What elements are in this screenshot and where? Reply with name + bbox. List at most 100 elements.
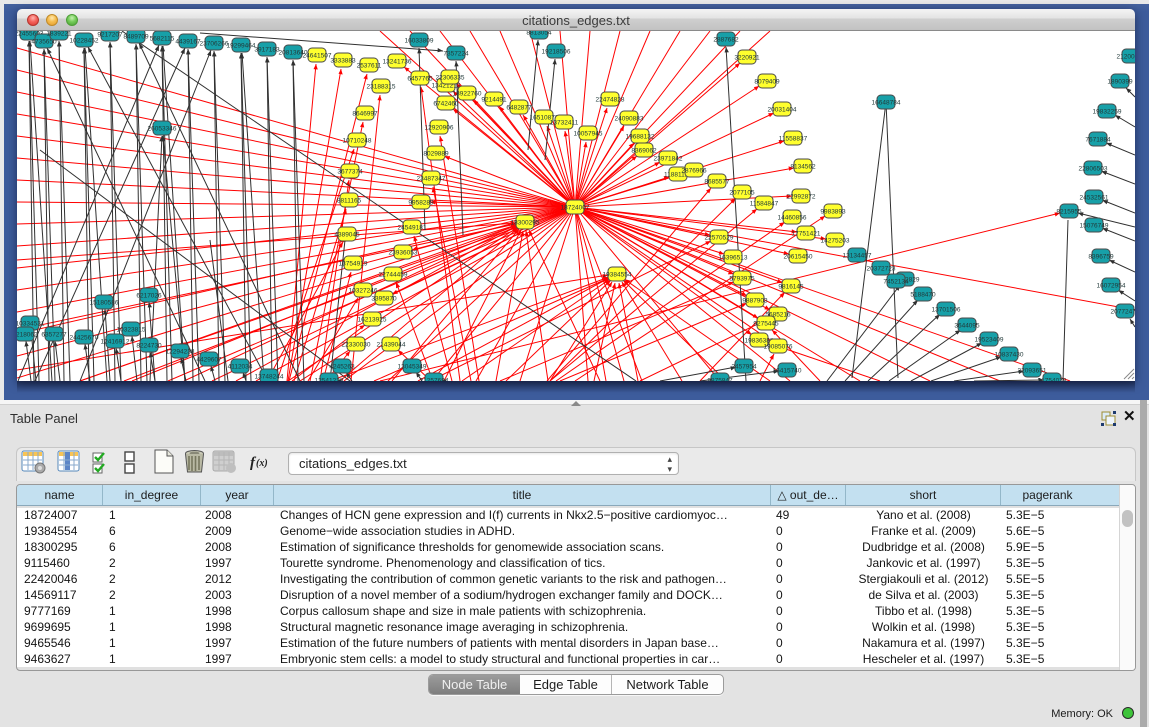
svg-text:7671884: 7671884: [1085, 137, 1111, 144]
svg-text:8079409: 8079409: [754, 79, 780, 86]
svg-text:14460856: 14460856: [778, 215, 807, 222]
svg-text:8396759: 8396759: [1088, 254, 1114, 261]
svg-text:22806503: 22806503: [1079, 166, 1108, 173]
svg-text:6482877: 6482877: [506, 105, 532, 112]
svg-text:3644095: 3644095: [954, 323, 980, 330]
svg-text:24549181: 24549181: [398, 225, 427, 232]
svg-text:8646997: 8646997: [352, 111, 378, 118]
svg-text:12920906: 12920906: [425, 125, 454, 132]
svg-text:23188315: 23188315: [367, 84, 396, 91]
svg-text:16415740: 16415740: [773, 368, 802, 375]
svg-text:8224730: 8224730: [136, 343, 162, 350]
svg-text:18922760: 18922760: [453, 91, 482, 98]
svg-text:13241736: 13241736: [383, 59, 412, 66]
svg-text:4429607: 4429607: [196, 357, 222, 364]
svg-text:3333883: 3333883: [330, 58, 356, 65]
svg-text:8489709: 8489709: [123, 34, 149, 41]
svg-text:19832259: 19832259: [1093, 109, 1122, 116]
svg-text:24425670: 24425670: [70, 335, 99, 342]
svg-text:14275203: 14275203: [821, 238, 850, 245]
svg-text:10710248: 10710248: [343, 138, 372, 145]
svg-text:18300295: 18300295: [511, 220, 540, 227]
svg-text:7452134: 7452134: [883, 279, 909, 286]
svg-text:6357277: 6357277: [41, 332, 67, 339]
svg-text:1890399: 1890399: [1107, 79, 1133, 86]
svg-text:1839221: 1839221: [46, 31, 72, 38]
svg-text:11584847: 11584847: [750, 201, 779, 208]
svg-text:11558837: 11558837: [779, 136, 808, 143]
svg-text:4439167: 4439167: [175, 39, 201, 46]
svg-text:10323815: 10323815: [117, 327, 146, 334]
svg-text:9816145: 9816145: [778, 284, 804, 291]
svg-text:12416912: 12416912: [101, 339, 130, 346]
svg-text:16396513: 16396513: [719, 255, 748, 262]
svg-text:23706266: 23706266: [200, 41, 229, 48]
svg-text:2876966: 2876966: [681, 168, 707, 175]
svg-text:6742460: 6742460: [433, 101, 459, 108]
svg-text:2537611: 2537611: [357, 63, 382, 70]
svg-text:4112034: 4112034: [228, 364, 253, 371]
svg-text:22093651: 22093651: [1018, 368, 1047, 375]
svg-text:19218506: 19218506: [542, 49, 571, 56]
svg-text:2887682: 2887682: [713, 37, 739, 44]
svg-text:20031404: 20031404: [768, 107, 797, 114]
svg-text:23936053: 23936053: [389, 250, 418, 257]
svg-text:17751421: 17751421: [792, 231, 821, 238]
svg-text:19688132: 19688132: [626, 134, 655, 141]
svg-text:4389045: 4389045: [334, 232, 360, 239]
svg-text:6457765: 6457765: [407, 76, 433, 83]
svg-text:9887903: 9887903: [742, 298, 768, 305]
svg-text:10228452: 10228452: [70, 38, 99, 45]
svg-text:6217026: 6217026: [136, 293, 162, 300]
svg-text:9217207: 9217207: [97, 32, 123, 39]
svg-text:8134562: 8134562: [790, 164, 816, 171]
svg-text:5188470: 5188470: [910, 292, 936, 299]
svg-text:16072954: 16072954: [1097, 283, 1126, 290]
svg-text:24090883: 24090883: [615, 116, 644, 123]
svg-text:2457954: 2457954: [731, 364, 757, 371]
svg-text:3220921: 3220921: [734, 55, 760, 62]
svg-text:7357224: 7357224: [443, 51, 469, 58]
svg-text:19523409: 19523409: [975, 337, 1004, 344]
svg-text:20372723: 20372723: [867, 266, 896, 273]
svg-text:4245263: 4245263: [329, 364, 355, 371]
svg-text:18724007: 18724007: [561, 205, 590, 212]
svg-text:8813054: 8813054: [526, 31, 552, 37]
svg-text:22744459: 22744459: [379, 272, 408, 279]
svg-text:5682115: 5682115: [150, 36, 175, 43]
svg-text:3395870: 3395870: [371, 296, 397, 303]
svg-text:8029889: 8029889: [423, 151, 449, 158]
svg-text:8811165: 8811165: [337, 198, 362, 205]
svg-text:9275445: 9275445: [753, 321, 779, 328]
svg-text:2077105: 2077105: [729, 190, 755, 197]
svg-text:9958289: 9958289: [408, 200, 434, 207]
svg-text:22330030: 22330030: [342, 342, 371, 349]
svg-text:19384554: 19384554: [603, 272, 632, 279]
svg-text:13134457: 13134457: [843, 253, 872, 260]
svg-text:16648784: 16648784: [872, 100, 901, 107]
svg-text:3677374: 3677374: [337, 169, 363, 176]
svg-text:10837430: 10837430: [995, 352, 1024, 359]
svg-text:8369062: 8369062: [631, 148, 657, 155]
svg-text:9983893: 9983893: [820, 209, 846, 216]
svg-text:22992872: 22992872: [787, 194, 816, 201]
svg-text:16033809: 16033809: [405, 38, 434, 45]
svg-text:13045349: 13045349: [398, 364, 427, 371]
svg-text:5793975: 5793975: [729, 276, 755, 283]
svg-text:13701506: 13701506: [932, 307, 961, 314]
svg-text:13754919: 13754919: [339, 261, 368, 268]
svg-text:1218062: 1218062: [17, 332, 38, 339]
svg-text:22474828: 22474828: [596, 97, 625, 104]
svg-text:26053346: 26053346: [148, 126, 177, 133]
svg-text:21439044: 21439044: [377, 342, 406, 349]
svg-text:12294238: 12294238: [166, 349, 195, 356]
svg-text:13732411: 13732411: [550, 120, 579, 127]
svg-text:22570529: 22570529: [705, 235, 734, 242]
svg-text:24532561: 24532561: [1080, 195, 1109, 202]
svg-text:22306335: 22306335: [436, 75, 465, 82]
svg-text:24641507: 24641507: [303, 53, 332, 60]
svg-text:19085076: 19085076: [764, 344, 793, 351]
svg-text:23487347: 23487347: [417, 176, 446, 183]
svg-text:19299464: 19299464: [227, 43, 256, 50]
svg-text:3917183: 3917183: [254, 47, 280, 54]
